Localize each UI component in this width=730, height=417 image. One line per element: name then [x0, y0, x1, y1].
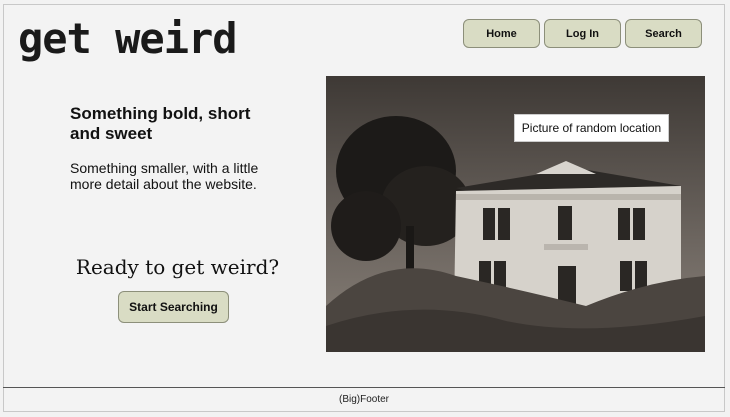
image-caption: Picture of random location [514, 114, 669, 142]
hero-headline: Something bold, short and sweet [70, 104, 251, 143]
start-searching-button[interactable]: Start Searching [118, 291, 229, 323]
nav-search-button[interactable]: Search [625, 19, 702, 48]
hero-subtext: Something smaller, with a little more de… [70, 160, 259, 192]
site-logo[interactable]: get weird [18, 14, 238, 63]
footer-divider [3, 387, 725, 388]
nav-login-button[interactable]: Log In [544, 19, 621, 48]
nav-home-button[interactable]: Home [463, 19, 540, 48]
footer-text: (Big)Footer [338, 394, 389, 405]
cta-title: Ready to get weird? [75, 255, 280, 279]
